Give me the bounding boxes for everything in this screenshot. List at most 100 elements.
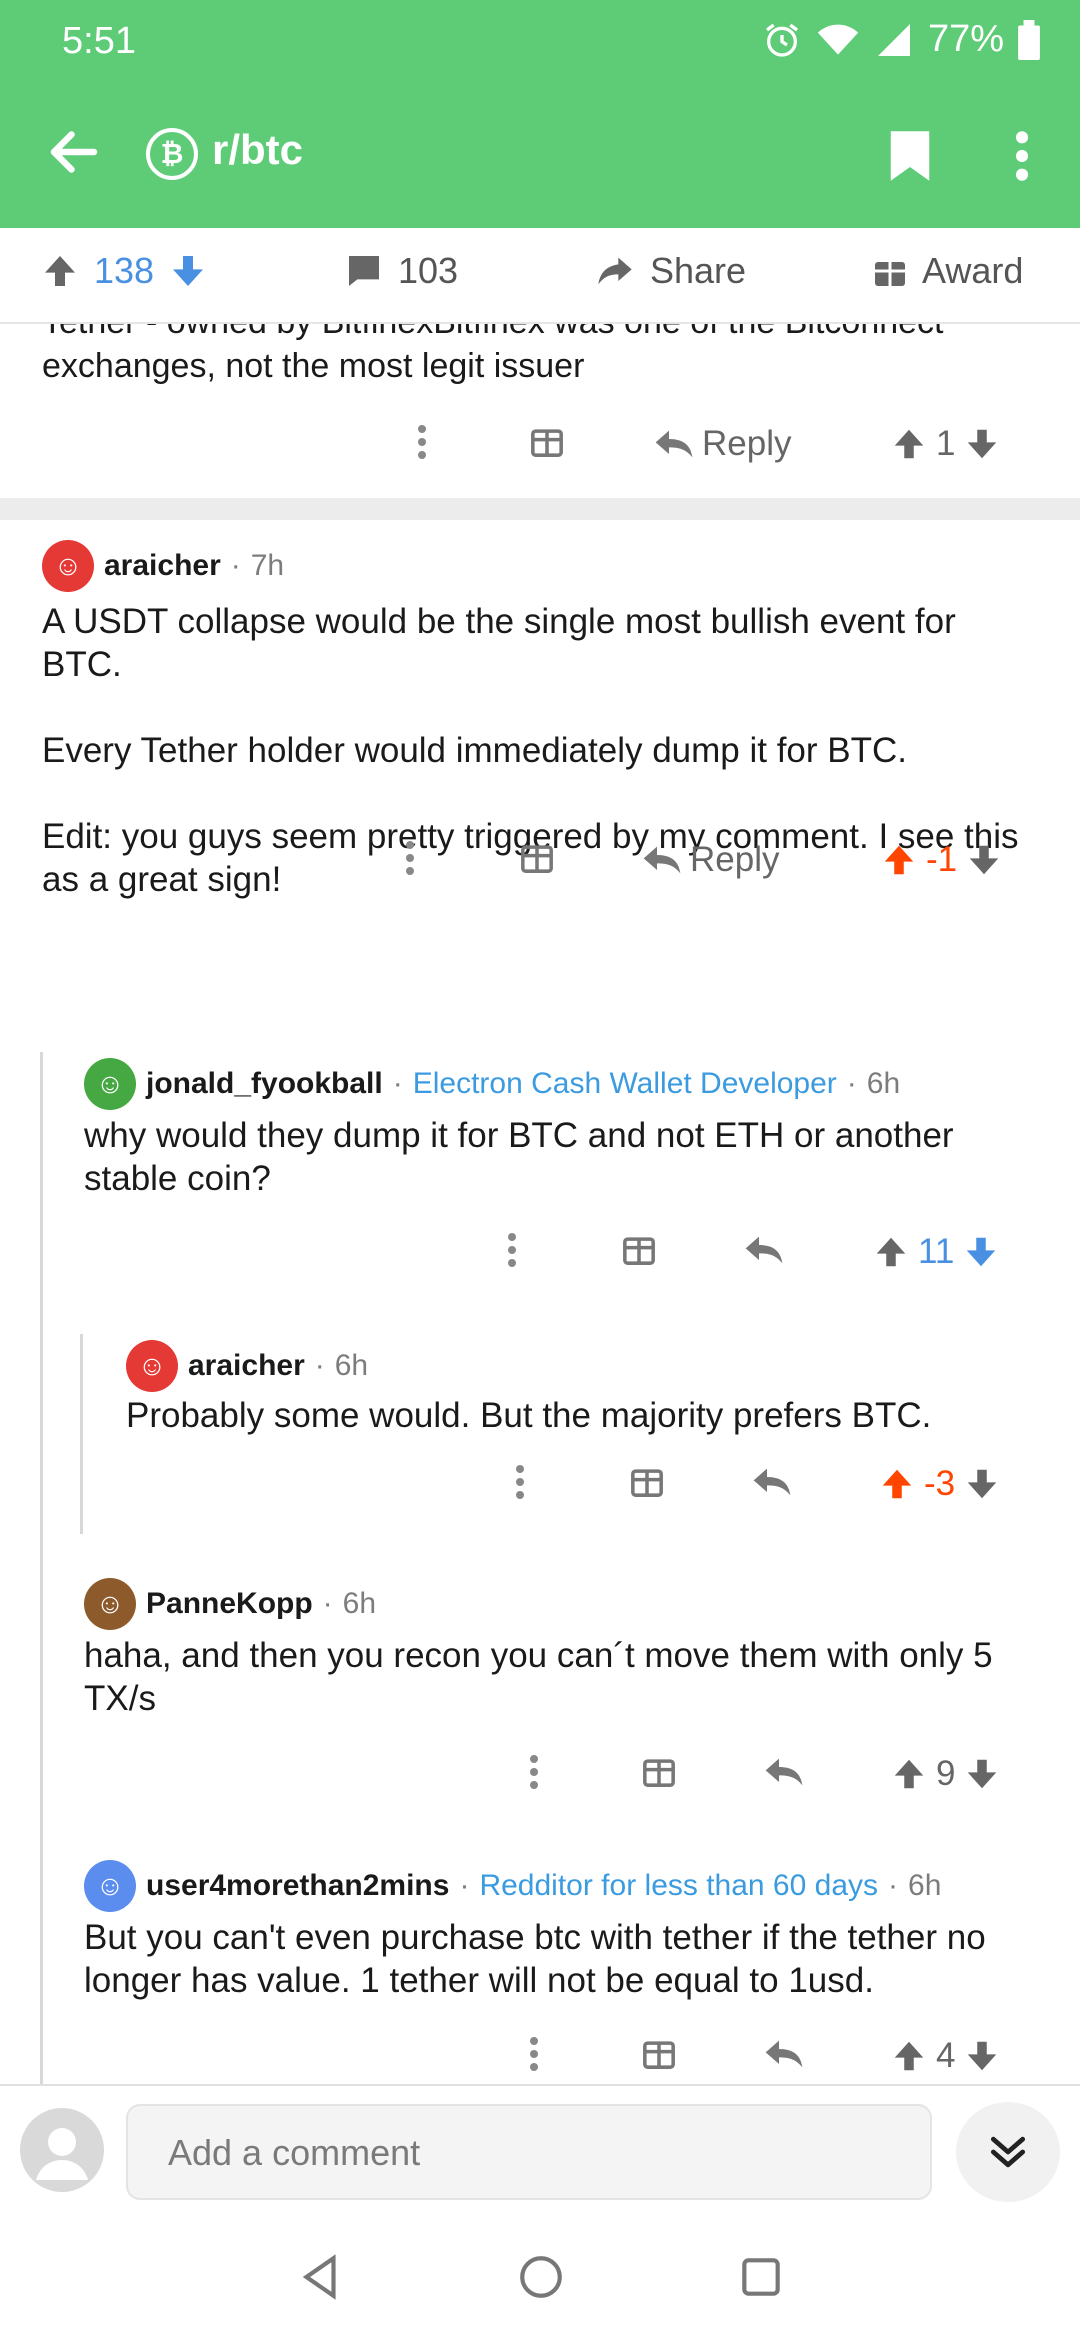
comment-author[interactable]: user4morethan2mins: [146, 1869, 449, 1903]
user-flair: Redditor for less than 60 days: [479, 1869, 879, 1902]
award-comment-button[interactable]: [520, 840, 554, 874]
comments-button[interactable]: 103: [344, 250, 458, 292]
comment-more-button[interactable]: [530, 1750, 540, 1794]
gift-icon: [521, 845, 553, 873]
downvote-icon[interactable]: [963, 1755, 1001, 1793]
comment-header: ☺ PanneKopp · 6h: [84, 1578, 376, 1630]
award-label: Award: [922, 250, 1024, 291]
status-icons: 77%: [762, 18, 1040, 61]
comments-count: 103: [398, 250, 459, 291]
upvote-icon[interactable]: [890, 425, 928, 463]
comment-header: ☺ user4morethan2mins · Redditor for less…: [84, 1860, 941, 1912]
top-bar: 5:51 77% ₿ r/btc: [0, 0, 1080, 228]
post-action-bar: 138 103 Share Award: [0, 228, 1080, 324]
post-score: 138: [94, 250, 155, 291]
back-arrow-icon[interactable]: [44, 122, 104, 182]
user-avatar[interactable]: [20, 2108, 104, 2192]
reply-arrow-icon: [765, 2040, 803, 2068]
share-label: Share: [650, 250, 747, 291]
app-bar: ₿ r/btc: [0, 104, 1080, 204]
user-flair: Electron Cash Wallet Developer: [412, 1067, 837, 1100]
comment-actions: Reply 1: [0, 424, 1080, 484]
comment-author[interactable]: PanneKopp: [146, 1587, 313, 1621]
share-button[interactable]: Share: [594, 250, 746, 292]
award-comment-button[interactable]: [622, 1232, 656, 1266]
more-options-icon[interactable]: [1002, 128, 1042, 184]
downvote-icon[interactable]: [963, 425, 1001, 463]
share-arrow-icon: [598, 257, 632, 285]
comment-votes: 9: [890, 1754, 1001, 1794]
upvote-icon[interactable]: [40, 251, 80, 291]
reply-arrow-icon: [745, 1236, 783, 1264]
comment-time: 6h: [342, 1587, 377, 1620]
gift-icon: [531, 429, 563, 457]
comment-author[interactable]: araicher: [104, 549, 221, 583]
comment-more-button[interactable]: [418, 420, 428, 464]
reply-button[interactable]: Reply: [654, 424, 791, 464]
award-button[interactable]: Award: [872, 250, 1023, 292]
reply-button[interactable]: Reply: [642, 840, 779, 880]
avatar[interactable]: ☺: [42, 540, 94, 592]
bookmark-icon[interactable]: [888, 128, 932, 184]
nav-home-icon[interactable]: [516, 2252, 566, 2302]
reply-button[interactable]: [752, 1464, 792, 1500]
comment-author[interactable]: jonald_fyookball: [146, 1067, 383, 1101]
downvote-icon[interactable]: [168, 251, 208, 291]
avatar[interactable]: ☺: [84, 1058, 136, 1110]
reply-button[interactable]: [764, 2036, 804, 2072]
battery-percent: 77%: [927, 18, 1004, 60]
comment-score: -1: [926, 840, 958, 879]
nav-back-icon[interactable]: [296, 2252, 346, 2302]
collapse-threads-button[interactable]: [956, 2102, 1060, 2202]
comment-bubble-icon: [349, 256, 379, 286]
avatar[interactable]: ☺: [126, 1340, 178, 1392]
user-icon: [36, 2128, 88, 2180]
nav-recents-icon[interactable]: [736, 2252, 786, 2302]
upvote-icon[interactable]: [890, 1755, 928, 1793]
system-nav-bar: [0, 2214, 1080, 2340]
upvote-icon[interactable]: [878, 1465, 916, 1503]
award-comment-button[interactable]: [530, 424, 564, 458]
downvote-icon[interactable]: [963, 2037, 1001, 2075]
downvote-icon[interactable]: [965, 841, 1003, 879]
award-comment-button[interactable]: [642, 2036, 676, 2070]
comment-header: ☺ araicher · 7h: [42, 540, 284, 592]
double-chevron-down-icon: [990, 2136, 1026, 2168]
comment-body: But you can't even purchase btc with tet…: [84, 1918, 986, 2000]
comment-actions: 4: [0, 2036, 1080, 2084]
subreddit-name[interactable]: r/btc: [212, 126, 303, 174]
subreddit-icon[interactable]: ₿: [146, 128, 198, 180]
comment-author[interactable]: araicher: [188, 1349, 305, 1383]
comment-more-button[interactable]: [516, 1460, 526, 1504]
comment-body: Probably some would. But the majority pr…: [126, 1396, 932, 1435]
comment-more-button[interactable]: [508, 1228, 518, 1272]
signal-icon: [877, 23, 910, 56]
gift-icon: [643, 1759, 675, 1787]
comment-actions: 9: [0, 1754, 1080, 1814]
gift-icon: [631, 1469, 663, 1497]
add-comment-input[interactable]: Add a comment: [126, 2104, 932, 2200]
comment-more-button[interactable]: [406, 836, 416, 880]
comment-more-button[interactable]: [530, 2032, 540, 2076]
comment-body: Tether - owned by BitfinexBitfinex was o…: [42, 324, 944, 385]
award-comment-button[interactable]: [630, 1464, 664, 1498]
award-comment-button[interactable]: [642, 1754, 676, 1788]
avatar[interactable]: ☺: [84, 1578, 136, 1630]
avatar[interactable]: ☺: [84, 1860, 136, 1912]
upvote-icon[interactable]: [890, 2037, 928, 2075]
reply-button[interactable]: [764, 1754, 804, 1790]
comment-header: ☺ jonald_fyookball · Electron Cash Walle…: [84, 1058, 900, 1110]
wifi-icon: [817, 24, 859, 55]
status-bar: 5:51 77%: [0, 0, 1080, 84]
downvote-icon[interactable]: [962, 1233, 1000, 1271]
downvote-icon[interactable]: [963, 1465, 1001, 1503]
post-votes: 138: [40, 250, 208, 292]
upvote-icon[interactable]: [872, 1233, 910, 1271]
reply-button[interactable]: [744, 1232, 784, 1268]
reply-label: Reply: [690, 840, 780, 879]
comment-votes: 11: [872, 1232, 1000, 1272]
upvote-icon[interactable]: [880, 841, 918, 879]
status-time: 5:51: [62, 20, 136, 62]
comment-body: haha, and then you recon you can´t move …: [84, 1636, 993, 1718]
reply-label: Reply: [702, 424, 792, 463]
